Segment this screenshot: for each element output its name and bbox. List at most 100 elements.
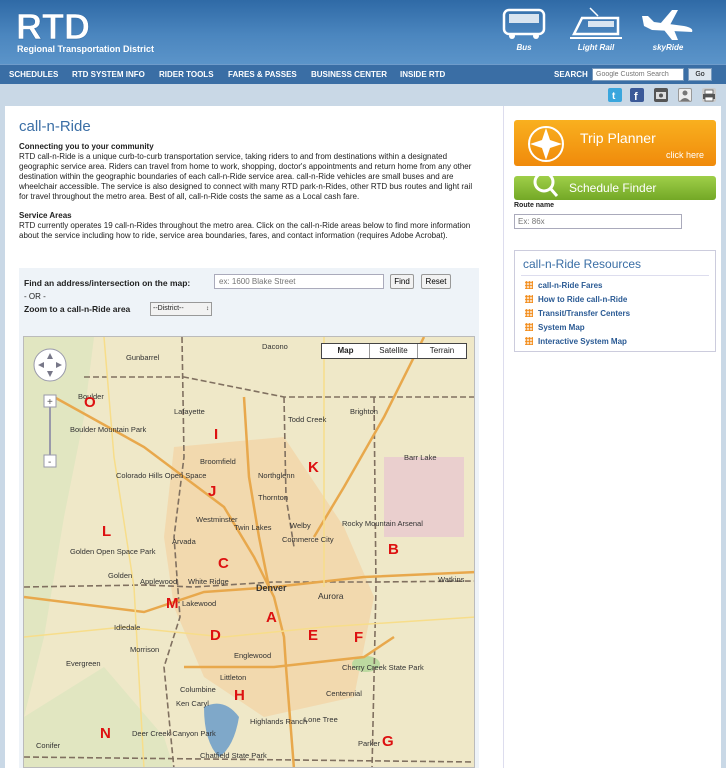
resource-link-fares[interactable]: call-n-Ride Fares <box>525 281 602 290</box>
map-town: Columbine <box>180 685 216 694</box>
facebook-icon[interactable]: f <box>630 88 644 103</box>
schedule-finder-title: Schedule Finder <box>569 181 657 195</box>
light-rail-label: Light Rail <box>577 43 615 52</box>
trip-planner-link[interactable]: click here <box>666 150 704 160</box>
district-select[interactable]: --District-- ↕ <box>150 302 212 316</box>
district-h[interactable]: H <box>234 687 245 704</box>
route-name-input[interactable] <box>514 214 682 229</box>
twitter-icon[interactable]: t <box>608 88 622 102</box>
map-town: Chatfield State Park <box>200 751 267 760</box>
find-address-label: Find an address/intersection on the map: <box>24 278 191 288</box>
rtd-logo[interactable]: RTD <box>16 6 96 48</box>
district-e[interactable]: E <box>308 627 318 644</box>
zoom-district-label: Zoom to a call-n-Ride area <box>24 304 131 314</box>
schedule-finder-banner[interactable]: Schedule Finder <box>514 171 716 200</box>
district-g[interactable]: G <box>382 733 394 750</box>
trip-planner-banner[interactable]: Trip Planner click here <box>514 120 716 166</box>
map-town: Conifer <box>36 741 61 750</box>
map-town: Northglenn <box>258 471 295 480</box>
main-nav: SCHEDULES RTD SYSTEM INFO RIDER TOOLS FA… <box>0 64 726 84</box>
resource-link-system-map[interactable]: System Map <box>525 323 585 332</box>
bullet-icon <box>525 295 533 303</box>
map-town: Boulder Mountain Park <box>70 425 147 434</box>
district-f[interactable]: F <box>354 629 363 646</box>
skyride-label: skyRide <box>652 43 684 52</box>
map-town: Barr Lake <box>404 453 437 462</box>
map-town: Aurora <box>318 591 344 601</box>
main-content: call-n-Ride Connecting you to your commu… <box>5 106 721 768</box>
district-k[interactable]: K <box>308 459 319 476</box>
site-header: RTD Regional Transportation District Bus… <box>0 0 726 64</box>
district-d[interactable]: D <box>210 627 221 644</box>
map-town: Welby <box>290 521 311 530</box>
map-type-terrain[interactable]: Terrain <box>418 344 466 358</box>
map-type-satellite[interactable]: Satellite <box>370 344 418 358</box>
resource-link-interactive-map[interactable]: Interactive System Map <box>525 337 627 346</box>
district-l[interactable]: L <box>102 523 111 540</box>
reset-button[interactable]: Reset <box>421 274 451 289</box>
svg-text:-: - <box>48 457 51 468</box>
map-town: Lakewood <box>182 599 217 608</box>
map-type-map[interactable]: Map <box>322 344 370 358</box>
map-pan-zoom-control[interactable]: + - <box>30 345 70 485</box>
page-title: call-n-Ride <box>19 118 91 135</box>
nav-system-info[interactable]: RTD SYSTEM INFO <box>72 70 145 79</box>
map-town: Denver <box>256 583 287 593</box>
light-rail-mode-link[interactable]: Light Rail <box>564 6 628 58</box>
select-arrows-icon: ↕ <box>206 306 209 312</box>
district-n[interactable]: N <box>100 725 111 742</box>
map-town: Cherry Creek State Park <box>342 663 424 672</box>
resource-link-transit-centers[interactable]: Transit/Transfer Centers <box>525 309 630 318</box>
district-o[interactable]: O <box>84 394 96 411</box>
svg-text:t: t <box>612 91 616 102</box>
map-town: Gunbarrel <box>126 353 160 362</box>
find-button[interactable]: Find <box>390 274 414 289</box>
nav-fares-passes[interactable]: FARES & PASSES <box>228 70 297 79</box>
district-c[interactable]: C <box>218 555 229 572</box>
map-town: Applewood <box>140 577 178 586</box>
district-b[interactable]: B <box>388 541 399 558</box>
bullet-icon <box>525 309 533 317</box>
sidebar: Trip Planner click here Schedule Finder … <box>503 106 721 768</box>
trip-planner-title: Trip Planner <box>580 130 656 146</box>
map-town: Brighton <box>350 407 378 416</box>
resource-label: call-n-Ride Fares <box>538 281 603 290</box>
site-subtitle: Regional Transportation District <box>17 44 155 54</box>
user-icon[interactable] <box>678 88 692 102</box>
resource-link-how-to-ride[interactable]: How to Ride call-n-Ride <box>525 295 627 304</box>
district-m[interactable]: M <box>166 595 179 612</box>
map-town: Westminster <box>196 515 238 524</box>
district-select-value: --District-- <box>153 305 184 312</box>
nav-business-center[interactable]: BUSINESS CENTER <box>311 70 387 79</box>
map-town: Highlands Ranch <box>250 717 308 726</box>
map-town: Lafayette <box>174 407 205 416</box>
nav-inside-rtd[interactable]: INSIDE RTD <box>400 70 445 79</box>
map-town: White Ridge <box>188 577 229 586</box>
route-name-label: Route name <box>514 202 555 209</box>
address-input[interactable] <box>214 274 384 289</box>
district-i[interactable]: I <box>214 426 218 443</box>
map-panel: Find an address/intersection on the map:… <box>19 268 479 768</box>
compass-star-icon <box>528 126 564 162</box>
resource-label: Interactive System Map <box>538 337 627 346</box>
intro-heading: Connecting you to your community <box>19 142 154 151</box>
map-town: Watkins <box>438 575 465 584</box>
district-j[interactable]: J <box>208 483 216 500</box>
video-icon[interactable] <box>654 88 668 102</box>
service-areas-heading: Service Areas <box>19 211 72 220</box>
bus-mode-link[interactable]: Bus <box>492 6 556 58</box>
skyride-mode-link[interactable]: skyRide <box>636 6 700 58</box>
map-town: Thornton <box>258 493 289 502</box>
district-a[interactable]: A <box>266 609 277 626</box>
nav-schedules[interactable]: SCHEDULES <box>9 70 58 79</box>
divider <box>521 275 709 276</box>
service-area-map[interactable]: + - Map Satellite Terrain Dacono Gunbarr… <box>23 336 475 768</box>
search-go-button[interactable]: Go <box>688 68 712 81</box>
nav-rider-tools[interactable]: RIDER TOOLS <box>159 70 214 79</box>
resource-label: System Map <box>538 323 585 332</box>
search-input[interactable] <box>592 68 684 81</box>
map-town: Dacono <box>262 342 288 351</box>
print-icon[interactable] <box>702 88 716 102</box>
light-rail-icon <box>570 7 622 39</box>
search-label: SEARCH <box>554 70 588 79</box>
